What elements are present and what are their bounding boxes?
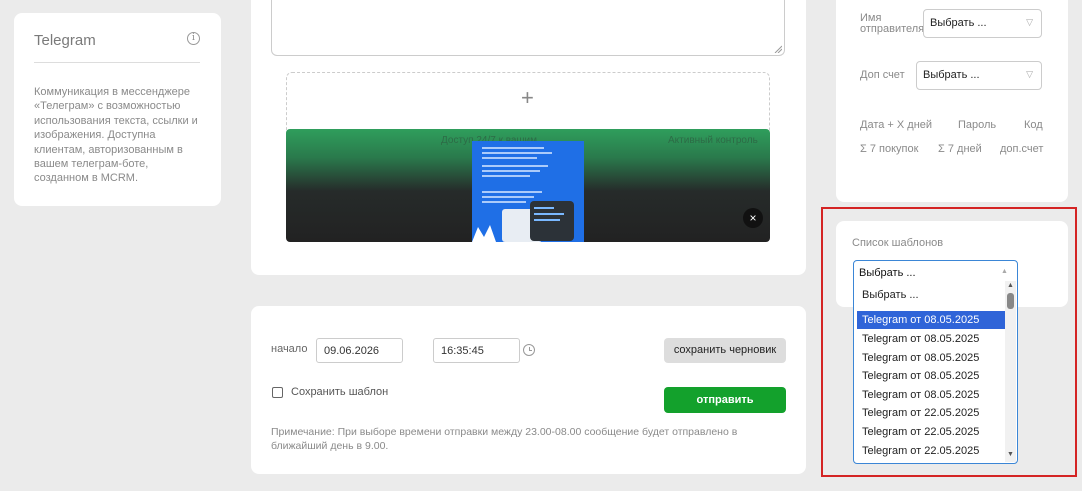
start-label: начало <box>271 343 308 355</box>
sender-fields-card: Имя отправителя Выбрать ... ▽ Доп счет В… <box>836 0 1068 202</box>
save-template-label[interactable]: Сохранить шаблон <box>291 386 388 398</box>
send-settings-card: начало 09.06.2026 16:35:45 сохранить чер… <box>251 306 806 474</box>
send-button[interactable]: отправить <box>664 387 786 413</box>
start-time-input[interactable]: 16:35:45 <box>433 338 520 363</box>
chevron-down-icon: ▽ <box>1026 69 1033 79</box>
preview-thumbnail-image <box>472 141 584 242</box>
message-composer-card: + Доступ 24/7 к вашим Активный контроль … <box>251 0 806 275</box>
sender-name-label: Имя отправителя <box>860 12 925 35</box>
save-template-checkbox[interactable] <box>272 387 283 398</box>
info-icon[interactable]: i <box>187 32 200 45</box>
variable-tag[interactable]: доп.счет <box>1000 143 1043 155</box>
extra-account-value: Выбрать ... <box>923 69 980 81</box>
sender-name-select[interactable]: Выбрать ... ▽ <box>923 9 1042 38</box>
variable-tag[interactable]: Σ 7 дней <box>938 143 982 155</box>
variable-tag[interactable]: Код <box>1024 119 1043 131</box>
divider <box>34 62 200 63</box>
extra-account-label: Доп счет <box>860 69 905 81</box>
chevron-down-icon: ▽ <box>1026 17 1033 27</box>
save-draft-button[interactable]: сохранить черновик <box>664 338 786 363</box>
telegram-channel-card: Telegram i Коммуникация в мессенджере «Т… <box>14 13 221 206</box>
variable-tag[interactable]: Пароль <box>958 119 996 131</box>
start-date-input[interactable]: 09.06.2026 <box>316 338 403 363</box>
close-icon[interactable]: × <box>743 208 763 228</box>
message-textarea[interactable] <box>271 0 785 56</box>
resize-grip-icon[interactable] <box>774 45 782 53</box>
highlight-frame <box>821 207 1077 477</box>
send-time-note: Примечание: При выборе времени отправки … <box>271 426 738 452</box>
plus-icon[interactable]: + <box>521 87 534 109</box>
channel-description: Коммуникация в мессенджере «Телеграм» с … <box>34 86 198 185</box>
clock-icon[interactable] <box>523 344 535 356</box>
variable-tag[interactable]: Дата + X дней <box>860 119 932 131</box>
preview-caption-right: Активный контроль <box>668 135 758 146</box>
sender-name-value: Выбрать ... <box>930 17 987 29</box>
variable-tag[interactable]: Σ 7 покупок <box>860 143 918 155</box>
image-preview: Доступ 24/7 к вашим Активный контроль × <box>286 129 770 242</box>
channel-title: Telegram <box>34 32 96 49</box>
extra-account-select[interactable]: Выбрать ... ▽ <box>916 61 1042 90</box>
